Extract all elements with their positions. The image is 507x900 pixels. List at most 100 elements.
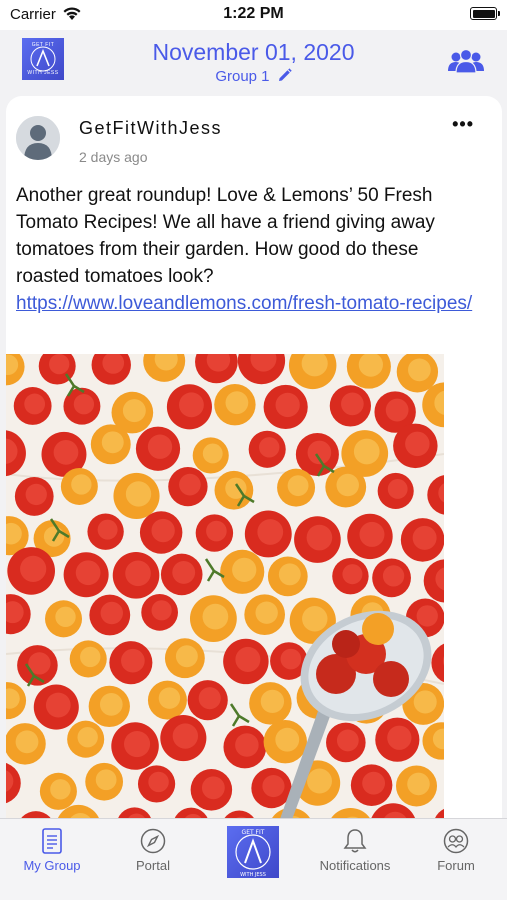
tab-label-portal: Portal <box>136 858 170 873</box>
tomato-flesh <box>341 392 364 416</box>
tomato-flesh <box>125 481 152 507</box>
post-text: Another great roundup! Love & Lemons’ 50… <box>16 185 435 287</box>
tomato-flesh <box>201 776 225 800</box>
tomato-flesh <box>235 646 261 672</box>
more-options-icon[interactable]: ••• <box>452 114 474 135</box>
tomato-flesh <box>77 727 98 748</box>
pencil-icon[interactable] <box>277 68 292 87</box>
tomato-flesh <box>278 563 301 586</box>
tomato-flesh <box>202 443 223 464</box>
tomato-flesh <box>101 431 124 454</box>
svg-text:GET FIT: GET FIT <box>242 829 265 836</box>
tomato-flesh <box>147 434 173 459</box>
group-name: Group 1 <box>215 68 270 85</box>
compass-icon <box>140 827 166 855</box>
tomato-flesh <box>387 479 408 499</box>
tomato-flesh <box>95 769 117 791</box>
tomato-flesh <box>262 774 285 798</box>
tomato-flesh <box>408 358 431 382</box>
tomato-flesh <box>198 687 221 710</box>
chat-bubbles-icon <box>442 827 470 855</box>
tab-label-forum: Forum <box>437 858 475 873</box>
status-bar: Carrier 1:22 PM <box>0 0 507 30</box>
tomato-flesh <box>158 687 181 709</box>
tomato-flesh <box>232 557 257 582</box>
header-date[interactable]: November 01, 2020 <box>0 39 507 66</box>
tomato-flesh <box>306 524 333 551</box>
tomato-flesh <box>206 520 227 542</box>
tomato-flesh <box>123 730 151 758</box>
tomato-flesh <box>302 606 328 632</box>
post-image[interactable] <box>6 354 444 836</box>
tomato-flesh <box>121 648 145 673</box>
tomato-flesh <box>342 564 363 585</box>
tomato-flesh <box>122 399 146 423</box>
tomato-flesh <box>412 525 437 550</box>
tomato-flesh <box>100 601 124 625</box>
tomato-flesh <box>25 483 47 506</box>
tomato-flesh <box>97 519 118 540</box>
tomato-flesh <box>50 779 71 800</box>
post-card: GetFitWithJess 2 days ago ••• Another gr… <box>6 96 502 836</box>
tomato-flesh <box>407 772 430 796</box>
tomato-flesh <box>259 437 280 458</box>
tomato-flesh <box>275 727 300 752</box>
bell-icon <box>343 827 367 855</box>
tomato-flesh <box>257 519 284 545</box>
tomato-flesh <box>336 729 359 752</box>
tomato-flesh <box>405 431 430 457</box>
tomato-flesh <box>362 771 386 795</box>
tomato-flesh <box>99 693 123 716</box>
tomato-flesh <box>275 392 300 418</box>
tomato-flesh <box>151 600 172 621</box>
tomato-flesh <box>49 354 70 375</box>
tab-my-group[interactable]: My Group <box>2 819 102 889</box>
tomato-flesh <box>416 605 438 627</box>
tomato-flesh <box>148 771 169 793</box>
post-timestamp: 2 days ago <box>79 149 148 165</box>
tab-home-logo[interactable]: GET FIT WITH JESS <box>227 826 279 878</box>
tomato-flesh <box>287 475 309 497</box>
tomato-flesh <box>179 473 201 496</box>
post-link[interactable]: https://www.loveandlemons.com/fresh-toma… <box>16 293 472 314</box>
status-time: 1:22 PM <box>223 5 284 22</box>
tomato-flesh <box>387 725 412 750</box>
tab-forum[interactable]: Forum <box>406 819 506 889</box>
tab-label-notifications: Notifications <box>319 858 391 873</box>
tomato-flesh <box>172 560 196 584</box>
tomato-flesh <box>53 439 79 465</box>
tomato-flesh <box>353 438 380 465</box>
tomato-flesh <box>125 560 151 587</box>
tomato-flesh <box>75 560 101 586</box>
tomato-flesh <box>280 648 302 670</box>
tomato-flesh <box>71 474 92 495</box>
group-selector[interactable]: Group 1 <box>0 68 507 87</box>
tomato-flesh <box>225 391 249 415</box>
tab-notifications[interactable]: Notifications <box>305 819 405 889</box>
app-header: GET FIT WITH JESS November 01, 2020 Grou… <box>0 30 507 92</box>
tomato-flesh <box>175 645 198 668</box>
user-silhouette-icon <box>16 116 60 160</box>
tomato-flesh <box>255 601 278 624</box>
avatar[interactable] <box>16 116 60 160</box>
tomato-flesh <box>385 398 409 422</box>
tomato-flesh <box>73 394 95 415</box>
tomato-flesh <box>202 603 229 630</box>
post-author[interactable]: GetFitWithJess <box>79 118 222 139</box>
tomato-flesh <box>413 690 437 714</box>
tab-bar: My Group Portal GET FIT WITH JESS Notifi… <box>0 818 507 900</box>
tomato-flesh <box>151 518 175 543</box>
document-icon <box>41 827 63 855</box>
tomato-flesh <box>43 526 65 547</box>
roasted-tomatoes-photo <box>6 354 444 836</box>
tab-portal[interactable]: Portal <box>103 819 203 889</box>
tomato-flesh <box>307 768 332 794</box>
tomato-flesh <box>235 733 259 757</box>
tomato-flesh <box>359 521 385 547</box>
app-logo-icon: GET FIT WITH JESS <box>235 829 271 878</box>
group-members-icon[interactable] <box>447 48 485 79</box>
svg-text:WITH JESS: WITH JESS <box>240 872 266 878</box>
tomato-flesh <box>55 606 76 628</box>
tomato-flesh <box>336 473 359 497</box>
tomato-flesh <box>260 689 285 714</box>
